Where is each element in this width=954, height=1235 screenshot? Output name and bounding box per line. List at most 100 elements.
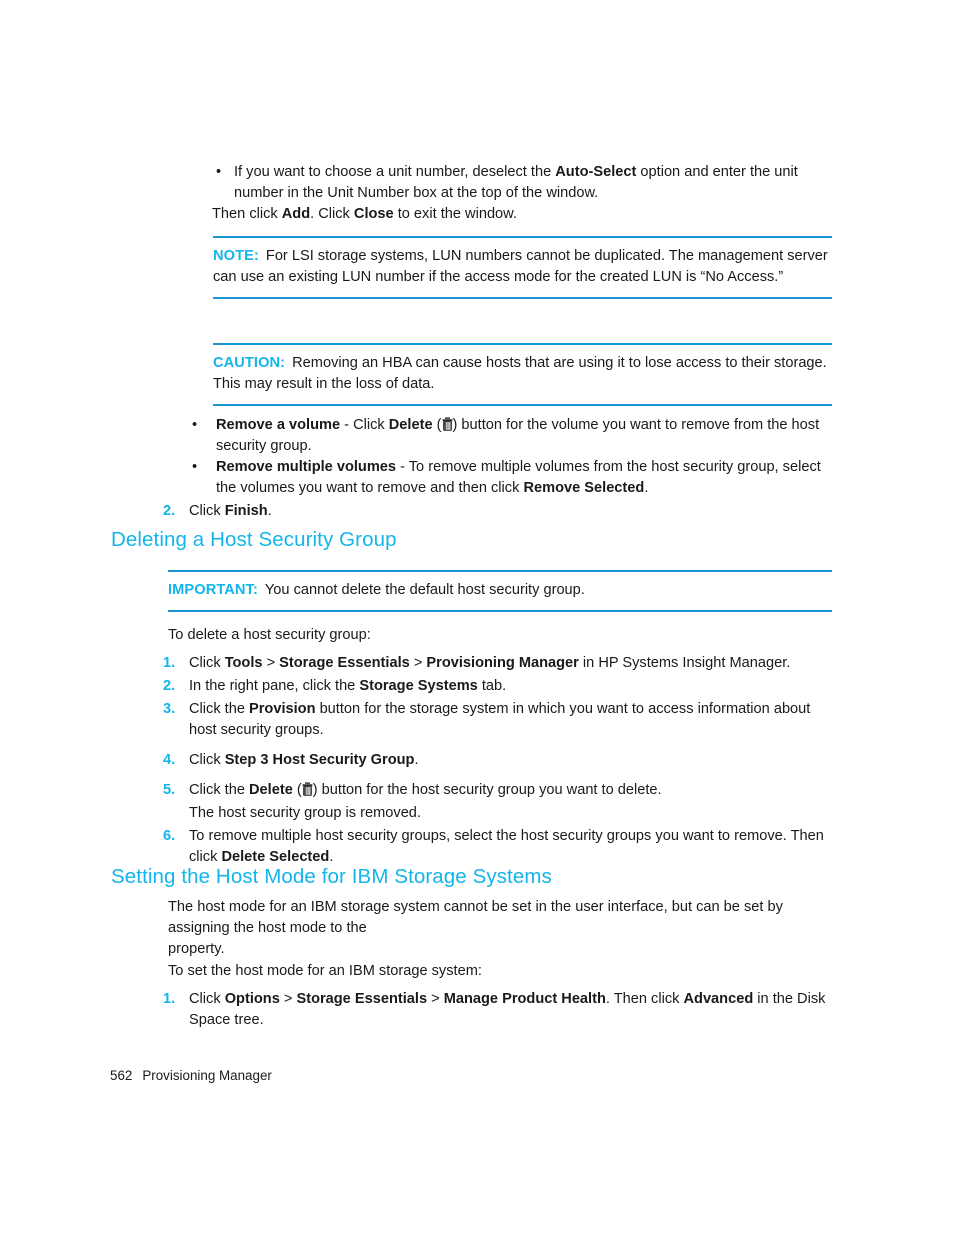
bullet-text: Remove multiple volumes - To remove mult…: [216, 457, 834, 499]
section-heading-deleting-host-security-group: Deleting a Host Security Group: [111, 528, 397, 551]
text-sep-1: >: [279, 991, 297, 1007]
bullet-glyph: •: [216, 164, 222, 180]
list-marker: 5.: [163, 782, 176, 798]
delete-host-security-group-steps: 1. Click Tools > Storage Essentials > Pr…: [163, 653, 833, 868]
text-post: ) button for the host security group you…: [312, 782, 662, 798]
text-bold-storage-systems: Storage Systems: [359, 678, 478, 694]
bullet-text: If you want to choose a unit number, des…: [234, 162, 834, 204]
bullet-glyph: •: [192, 459, 198, 475]
caution-body: CAUTION: Removing an HBA can cause hosts …: [213, 345, 832, 404]
note-text: For LSI storage systems, LUN numbers can…: [213, 248, 828, 285]
important-admonition: IMPORTANT: You cannot delete the default …: [168, 570, 832, 612]
text-bold-options: Options: [224, 991, 280, 1007]
then-click-line: Then click Add. Click Close to exit the …: [212, 204, 834, 225]
text-pre: Click the: [189, 701, 250, 717]
list-text: Click the Delete ( ) button for the host …: [189, 780, 833, 824]
divider-bottom: [168, 610, 832, 612]
list-item: 5. Click the Delete ( ) button for the ho…: [163, 780, 833, 824]
text-post: .: [414, 752, 419, 768]
footer-title: Provisioning Manager: [142, 1068, 272, 1083]
list-item: • If you want to choose a unit number, d…: [212, 162, 834, 204]
bullet-glyph: •: [192, 417, 198, 433]
trash-icon: [442, 417, 453, 431]
text-sep-1: >: [262, 655, 280, 671]
list-text: Click the Provision button for the stora…: [189, 699, 833, 741]
text-mid-1: - Click: [340, 417, 389, 433]
list-marker: 6.: [163, 828, 176, 844]
note-body: NOTE: For LSI storage systems, LUN number…: [213, 238, 832, 297]
text-bold-remove-selected: Remove Selected: [523, 480, 645, 496]
text-mid: . Then click: [605, 991, 684, 1007]
note-label: NOTE:: [213, 248, 259, 264]
list-item: 2. In the right pane, click the Storage …: [163, 676, 833, 697]
list-text: Click Tools > Storage Essentials > Provi…: [189, 653, 833, 674]
list-text: Click Step 3 Host Security Group.: [189, 750, 833, 771]
list-text: Click Options > Storage Essentials > Man…: [189, 989, 833, 1031]
intro-set-host-mode: To set the host mode for an IBM storage …: [168, 963, 482, 979]
text-bold-provision: Provision: [249, 701, 316, 717]
text-post: tab.: [477, 678, 507, 694]
list-text-main: Click the Delete ( ) button for the host …: [189, 780, 833, 801]
hostmode-paragraph-line-1: The host mode for an IBM storage system …: [168, 899, 783, 936]
text-pre: If you want to choose a unit number, des…: [234, 164, 556, 180]
text-bold-remove-a-volume: Remove a volume: [216, 417, 341, 433]
finish-step-list: 2. Click Finish.: [163, 501, 833, 522]
text-bold-auto-select: Auto-Select: [555, 164, 637, 180]
list-item: • Remove a volume - Click Delete () butt…: [188, 415, 834, 457]
text-bold-tools: Tools: [224, 655, 263, 671]
text-bold-provisioning-manager: Provisioning Manager: [426, 655, 579, 671]
text-pre: Click: [189, 503, 225, 519]
list-marker: 2.: [163, 503, 176, 519]
text-post: in HP Systems Insight Manager.: [578, 655, 791, 671]
text-post: .: [644, 480, 649, 496]
list-subtext: The host security group is removed.: [189, 805, 421, 821]
text-pre: Click: [189, 752, 225, 768]
intro-delete-host-security-group: To delete a host security group:: [168, 627, 371, 643]
text-pre: Then click: [212, 206, 282, 222]
text-pre: In the right pane, click the: [189, 678, 360, 694]
list-item: • Remove multiple volumes - To remove mu…: [188, 457, 834, 499]
list-marker: 1.: [163, 991, 176, 1007]
caution-admonition: CAUTION: Removing an HBA can cause hosts …: [213, 343, 832, 406]
important-body: IMPORTANT: You cannot delete the default …: [168, 572, 832, 610]
text-bold-finish: Finish: [224, 503, 268, 519]
remove-volume-bullet-list: • Remove a volume - Click Delete () butt…: [188, 415, 834, 499]
list-item: 1. Click Options > Storage Essentials > …: [163, 989, 833, 1031]
text-pre: Click: [189, 655, 225, 671]
bullet-text: Remove a volume - Click Delete () button…: [216, 415, 834, 457]
text-bold-delete: Delete: [388, 417, 433, 433]
text-bold-remove-multiple-volumes: Remove multiple volumes: [216, 459, 397, 475]
text-bold-close: Close: [353, 206, 394, 222]
text-sep-2: >: [427, 991, 444, 1007]
hostmode-paragraph: The host mode for an IBM storage system …: [168, 897, 834, 960]
list-item: 4. Click Step 3 Host Security Group.: [163, 750, 833, 771]
section-heading-setting-host-mode: Setting the Host Mode for IBM Storage Sy…: [111, 865, 552, 888]
text-mid: . Click: [310, 206, 354, 222]
text-mid: (: [292, 782, 302, 798]
hostmode-paragraph-line-2: property.: [168, 941, 225, 957]
text-bold-storage-essentials: Storage Essentials: [279, 655, 410, 671]
important-text: You cannot delete the default host secur…: [264, 582, 585, 598]
footer-page-number: 562: [110, 1068, 133, 1083]
list-item: 3. Click the Provision button for the st…: [163, 699, 833, 741]
text-post: .: [329, 849, 334, 865]
text-sep-2: >: [409, 655, 427, 671]
list-item: 1. Click Tools > Storage Essentials > Pr…: [163, 653, 833, 674]
list-marker: 4.: [163, 752, 176, 768]
divider-bottom: [213, 404, 832, 406]
list-marker: 3.: [163, 701, 176, 717]
important-label: IMPORTANT:: [168, 582, 258, 598]
text-bold-delete: Delete: [249, 782, 293, 798]
text-pre: Click: [189, 991, 225, 1007]
text-pre: Click the: [189, 782, 250, 798]
list-marker: 2.: [163, 678, 176, 694]
text-bold-step3-host-security-group: Step 3 Host Security Group: [224, 752, 415, 768]
list-text: In the right pane, click the Storage Sys…: [189, 676, 833, 697]
divider-bottom: [213, 297, 832, 299]
caution-label: CAUTION:: [213, 355, 286, 371]
text-bold-add: Add: [281, 206, 311, 222]
document-page: • If you want to choose a unit number, d…: [0, 0, 954, 1235]
list-item: 6. To remove multiple host security grou…: [163, 826, 833, 868]
text-bold-storage-essentials: Storage Essentials: [296, 991, 428, 1007]
note-admonition: NOTE: For LSI storage systems, LUN number…: [213, 236, 832, 299]
